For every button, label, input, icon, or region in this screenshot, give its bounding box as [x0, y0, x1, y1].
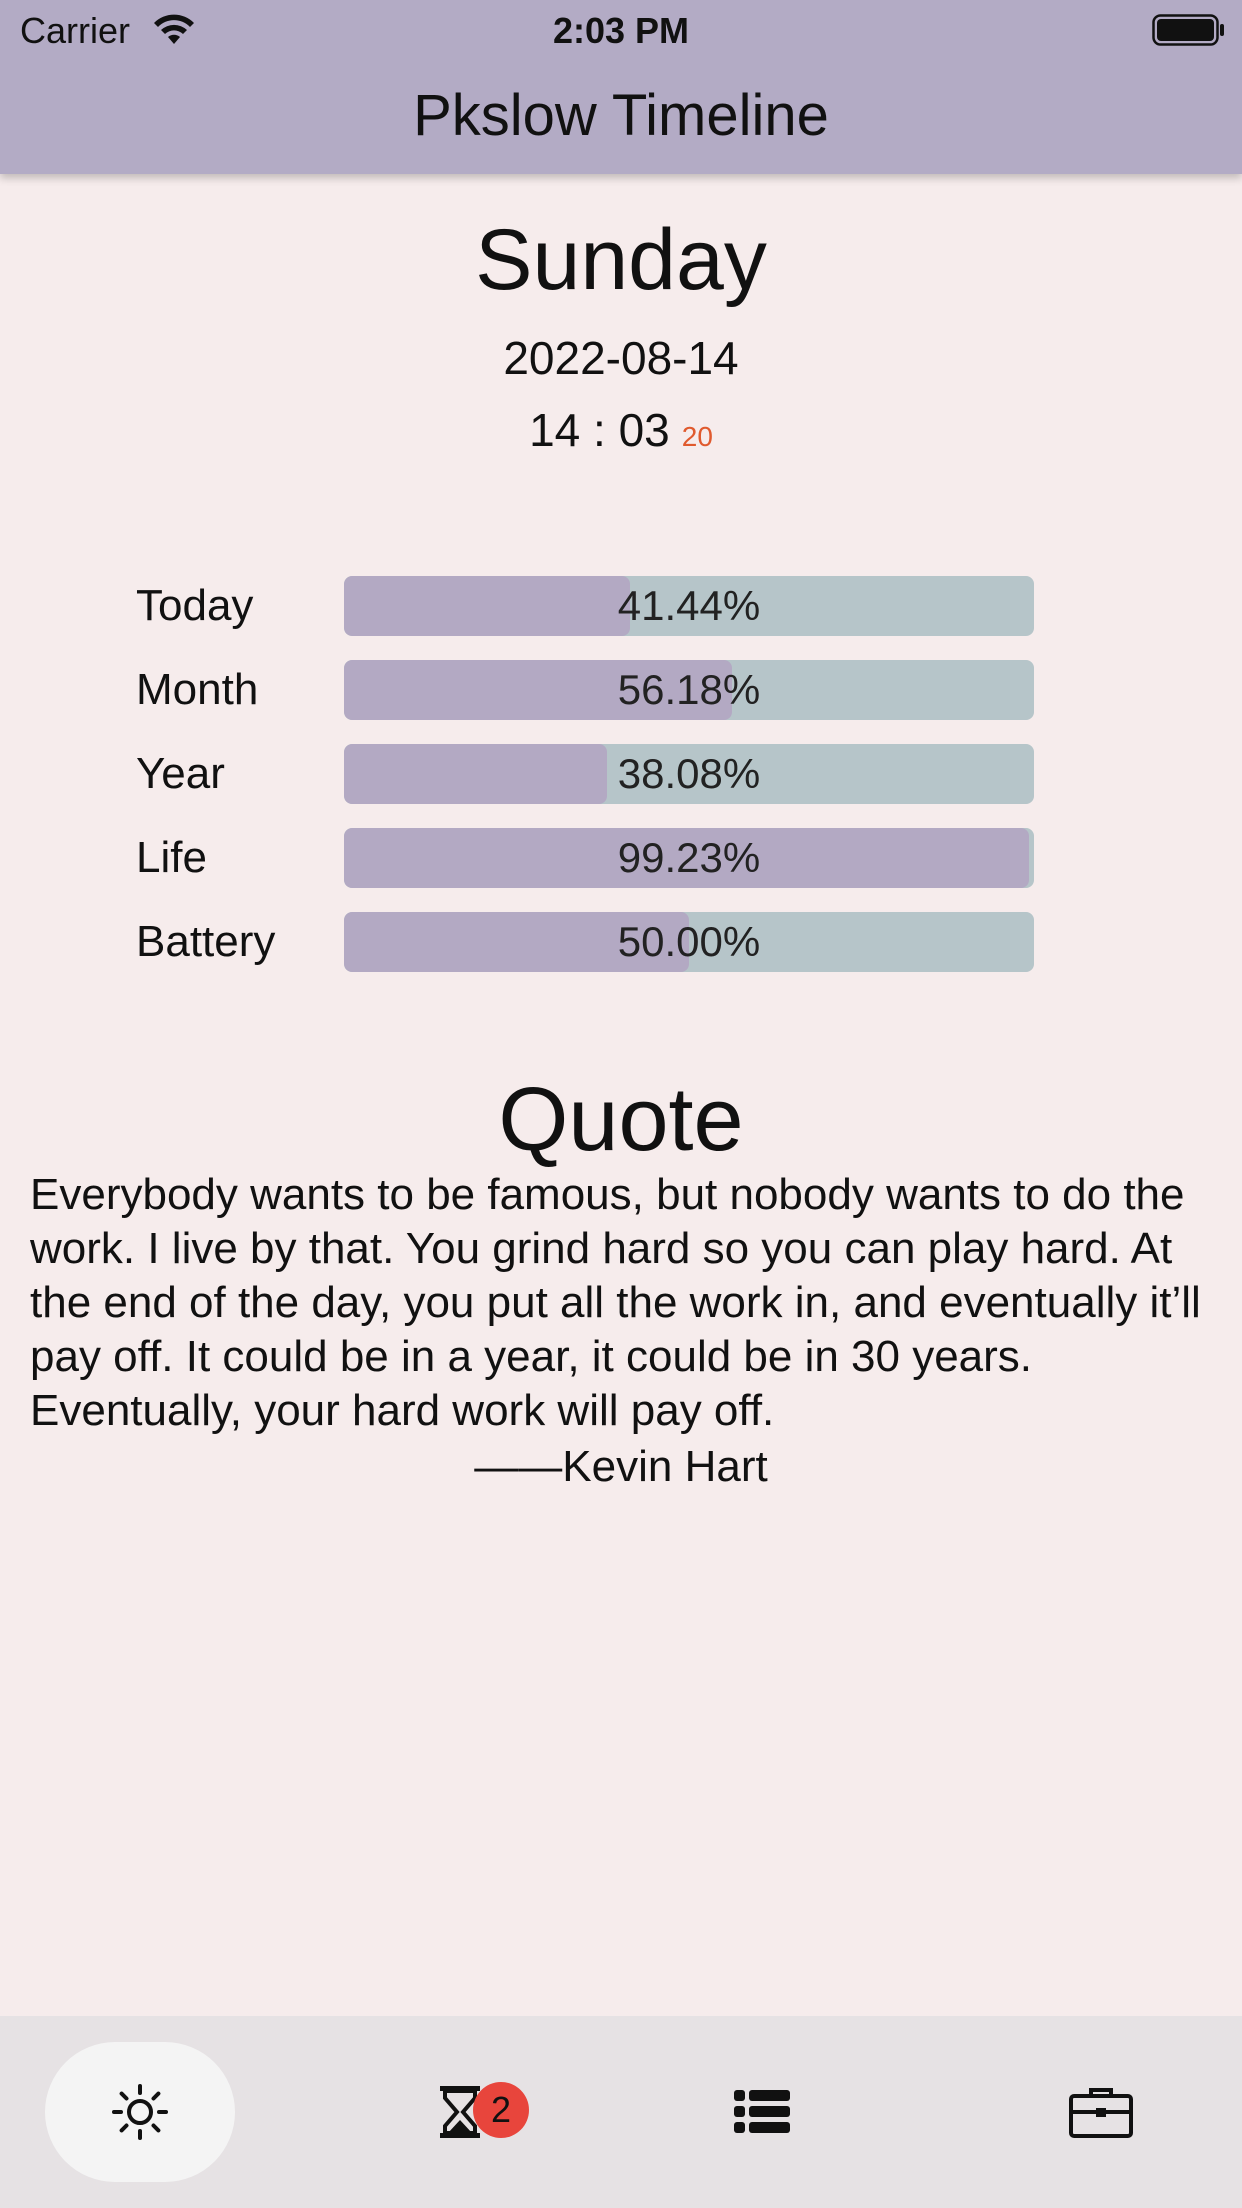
page-title: Pkslow Timeline [413, 83, 829, 148]
battery-icon [1152, 14, 1224, 46]
quote-author: ——Kevin Hart [474, 1442, 768, 1491]
list-icon [734, 2090, 790, 2133]
progress-row-battery: Battery 50.00% [136, 912, 1036, 972]
quote-text: Everybody wants to be famous, but nobody… [30, 1170, 1201, 1435]
nav-item-list[interactable] [667, 2042, 857, 2182]
time-display: 14 : 03 20 [0, 402, 1242, 465]
progress-label: Year [136, 749, 225, 798]
progress-label: Life [136, 833, 207, 882]
time-label: 14 : 03 [529, 404, 670, 456]
status-time: 2:03 PM [552, 10, 690, 51]
sun-icon [112, 2084, 168, 2140]
weekday-label: Sunday [475, 212, 767, 308]
progress-percent: 99.23% [617, 834, 761, 881]
status-bar: Carrier 2:03 PM [0, 0, 1242, 62]
progress-list: Today 41.44% Month 56.18% Year 38.08% Li… [136, 576, 1036, 996]
briefcase-icon [1069, 2088, 1133, 2138]
bottom-nav: 2 [0, 2016, 1242, 2208]
nav-item-timer[interactable]: 2 [365, 2042, 555, 2182]
progress-bar: 56.18% [344, 660, 1034, 720]
app-bar: Carrier 2:03 PM Pkslow Timeline [0, 0, 1242, 174]
progress-percent: 38.08% [617, 750, 761, 797]
nav-item-today[interactable] [45, 2042, 235, 2182]
progress-percent: 56.18% [617, 666, 761, 713]
progress-percent: 50.00% [617, 918, 761, 965]
nav-item-tools[interactable] [1006, 2042, 1196, 2182]
progress-label: Battery [136, 917, 276, 966]
progress-row-today: Today 41.44% [136, 576, 1036, 636]
progress-row-year: Year 38.08% [136, 744, 1036, 804]
progress-bar: 99.23% [344, 828, 1034, 888]
date-label: 2022-08-14 [503, 332, 739, 384]
progress-percent: 41.44% [617, 582, 761, 629]
quote-title: Quote [498, 1070, 744, 1170]
progress-row-month: Month 56.18% [136, 660, 1036, 720]
progress-label: Today [136, 581, 254, 630]
progress-bar: 38.08% [344, 744, 1034, 804]
notification-badge: 2 [473, 2082, 529, 2138]
date-header: Sunday 2022-08-14 14 : 03 20 [0, 210, 1242, 465]
progress-label: Month [136, 665, 259, 714]
progress-bar: 50.00% [344, 912, 1034, 972]
seconds-label: 20 [681, 421, 713, 452]
progress-row-life: Life 99.23% [136, 828, 1036, 888]
progress-bar: 41.44% [344, 576, 1034, 636]
